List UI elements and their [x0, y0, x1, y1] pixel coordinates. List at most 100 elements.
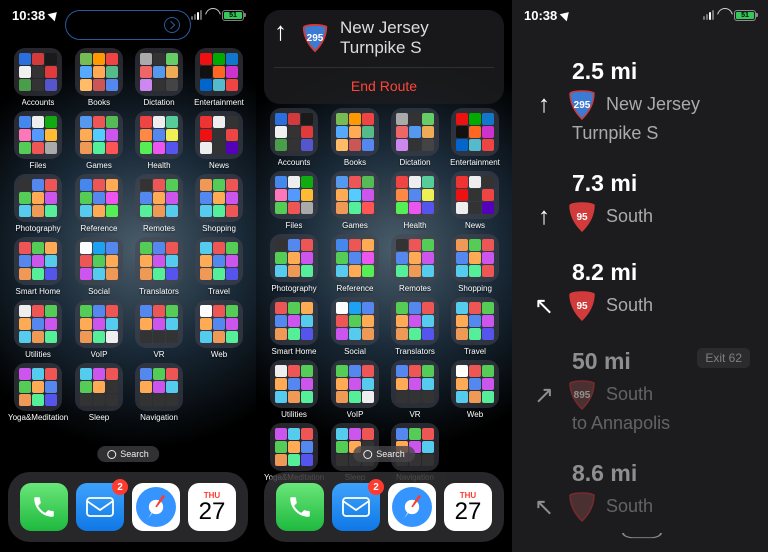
folder-social[interactable]: Social: [326, 297, 384, 356]
folder-travel[interactable]: Travel: [446, 297, 504, 356]
folder-health[interactable]: Health: [386, 171, 444, 230]
cellular-icon: [191, 10, 202, 20]
folder-label: Smart Home: [16, 287, 61, 296]
folder-remotes[interactable]: Remotes: [386, 234, 444, 293]
direction-step[interactable]: Exit 6250 mi↗895Southto Annapolis: [530, 348, 750, 434]
search-button[interactable]: Search: [97, 446, 159, 462]
dock: 2 THU27: [8, 472, 248, 542]
folder-files[interactable]: Files: [8, 111, 68, 170]
folder-reference[interactable]: Reference: [326, 234, 384, 293]
folder-label: Books: [88, 98, 110, 107]
wifi-icon: [717, 10, 731, 20]
folder-books[interactable]: Books: [70, 48, 128, 107]
folder-web[interactable]: Web: [446, 360, 504, 419]
direction-step[interactable]: 8.6 mi↖South: [530, 460, 750, 523]
app-grid-1: Accounts Books Dictation Entertainment Files…: [0, 48, 256, 422]
folder-voip[interactable]: VoIP: [326, 360, 384, 419]
step-sub: Turnpike S: [572, 123, 750, 144]
battery-icon: 51: [734, 10, 756, 21]
exit-badge: Exit 62: [697, 348, 750, 368]
status-bar: 10:38 51: [0, 0, 256, 30]
folder-label: Social: [88, 287, 110, 296]
folder-navigation[interactable]: Navigation: [130, 363, 188, 422]
folder-label: Shopping: [202, 224, 236, 233]
mail-app[interactable]: 2: [332, 483, 380, 531]
folder-utilities[interactable]: Utilities: [8, 300, 68, 359]
mail-app[interactable]: 2: [76, 483, 124, 531]
folder-utilities[interactable]: Utilities: [264, 360, 324, 419]
folder-entertainment[interactable]: Entertainment: [446, 108, 504, 167]
folder-label: Health: [147, 161, 170, 170]
folder-label: Travel: [208, 287, 230, 296]
safari-app[interactable]: [132, 483, 180, 531]
folder-label: Files: [286, 221, 303, 230]
folder-translators[interactable]: Translators: [386, 297, 444, 356]
folder-dictation[interactable]: Dictation: [130, 48, 188, 107]
step-arrow-icon: ↖: [530, 292, 558, 321]
folder-label: Entertainment: [194, 98, 244, 107]
folder-files[interactable]: Files: [264, 171, 324, 230]
phone-app[interactable]: [20, 483, 68, 531]
drag-handle-icon[interactable]: [622, 534, 658, 546]
folder-health[interactable]: Health: [130, 111, 188, 170]
folder-smarthome[interactable]: Smart Home: [8, 237, 68, 296]
folder-photography[interactable]: Photography: [264, 234, 324, 293]
folder-label: VR: [153, 350, 164, 359]
folder-reference[interactable]: Reference: [70, 174, 128, 233]
folder-social[interactable]: Social: [70, 237, 128, 296]
folder-accounts[interactable]: Accounts: [8, 48, 68, 107]
calendar-app[interactable]: THU27: [188, 483, 236, 531]
direction-arrow-icon: ↑: [274, 18, 290, 44]
location-icon: [48, 9, 61, 22]
folder-sleep[interactable]: Sleep: [70, 363, 128, 422]
folder-label: VR: [409, 410, 420, 419]
folder-remotes[interactable]: Remotes: [130, 174, 188, 233]
folder-label: Web: [211, 350, 227, 359]
mail-badge: 2: [112, 479, 128, 495]
direction-step[interactable]: 2.5 mi↑295New JerseyTurnpike S: [530, 58, 750, 144]
folder-books[interactable]: Books: [326, 108, 384, 167]
phone-app[interactable]: [276, 483, 324, 531]
safari-app[interactable]: [388, 483, 436, 531]
direction-step[interactable]: 8.2 mi↖95South: [530, 259, 750, 322]
app-grid-2: Accounts BooksDictationEntertainment Files…: [256, 108, 512, 482]
folder-games[interactable]: Games: [70, 111, 128, 170]
folder-dictation[interactable]: Dictation: [386, 108, 444, 167]
cellular-icon: [703, 10, 714, 20]
folder-voip[interactable]: VoIP: [70, 300, 128, 359]
folder-vr[interactable]: VR: [386, 360, 444, 419]
folder-vr[interactable]: VR: [130, 300, 188, 359]
folder-games[interactable]: Games: [326, 171, 384, 230]
end-route-button[interactable]: End Route: [274, 67, 494, 104]
route-shield-icon: [566, 491, 598, 523]
directions-screen: 10:38 51 2.5 mi↑295New JerseyTurnpike S7…: [512, 0, 768, 552]
calendar-app[interactable]: THU27: [444, 483, 492, 531]
search-button[interactable]: Search: [353, 446, 415, 462]
step-road: South: [606, 295, 653, 317]
folder-news[interactable]: News: [190, 111, 248, 170]
folder-web[interactable]: Web: [190, 300, 248, 359]
folder-shopping[interactable]: Shopping: [190, 174, 248, 233]
folder-news[interactable]: News: [446, 171, 504, 230]
folder-translators[interactable]: Translators: [130, 237, 188, 296]
folder-photography[interactable]: Photography: [8, 174, 68, 233]
folder-travel[interactable]: Travel: [190, 237, 248, 296]
folder-accounts[interactable]: Accounts: [264, 108, 324, 167]
navigation-banner[interactable]: ↑ 295 New Jersey Turnpike S End Route: [264, 10, 504, 104]
route-shield-icon: 295: [300, 23, 330, 53]
step-arrow-icon: ↑: [530, 203, 558, 231]
folder-label: Utilities: [281, 410, 307, 419]
folder-entertainment[interactable]: Entertainment: [190, 48, 248, 107]
directions-list[interactable]: 2.5 mi↑295New JerseyTurnpike S 7.3 mi↑95S…: [512, 40, 768, 552]
step-sub: to Annapolis: [572, 413, 750, 434]
folder-label: Health: [403, 221, 426, 230]
folder-yogameditation[interactable]: Yoga&Meditation: [8, 363, 68, 422]
folder-label: Accounts: [278, 158, 311, 167]
direction-step[interactable]: 7.3 mi↑95South: [530, 170, 750, 233]
route-shield-icon: 895: [566, 379, 598, 411]
folder-smarthome[interactable]: Smart Home: [264, 297, 324, 356]
folder-label: Translators: [395, 347, 435, 356]
folder-label: News: [209, 161, 229, 170]
banner-road-name: New Jersey Turnpike S: [340, 18, 494, 59]
folder-shopping[interactable]: Shopping: [446, 234, 504, 293]
